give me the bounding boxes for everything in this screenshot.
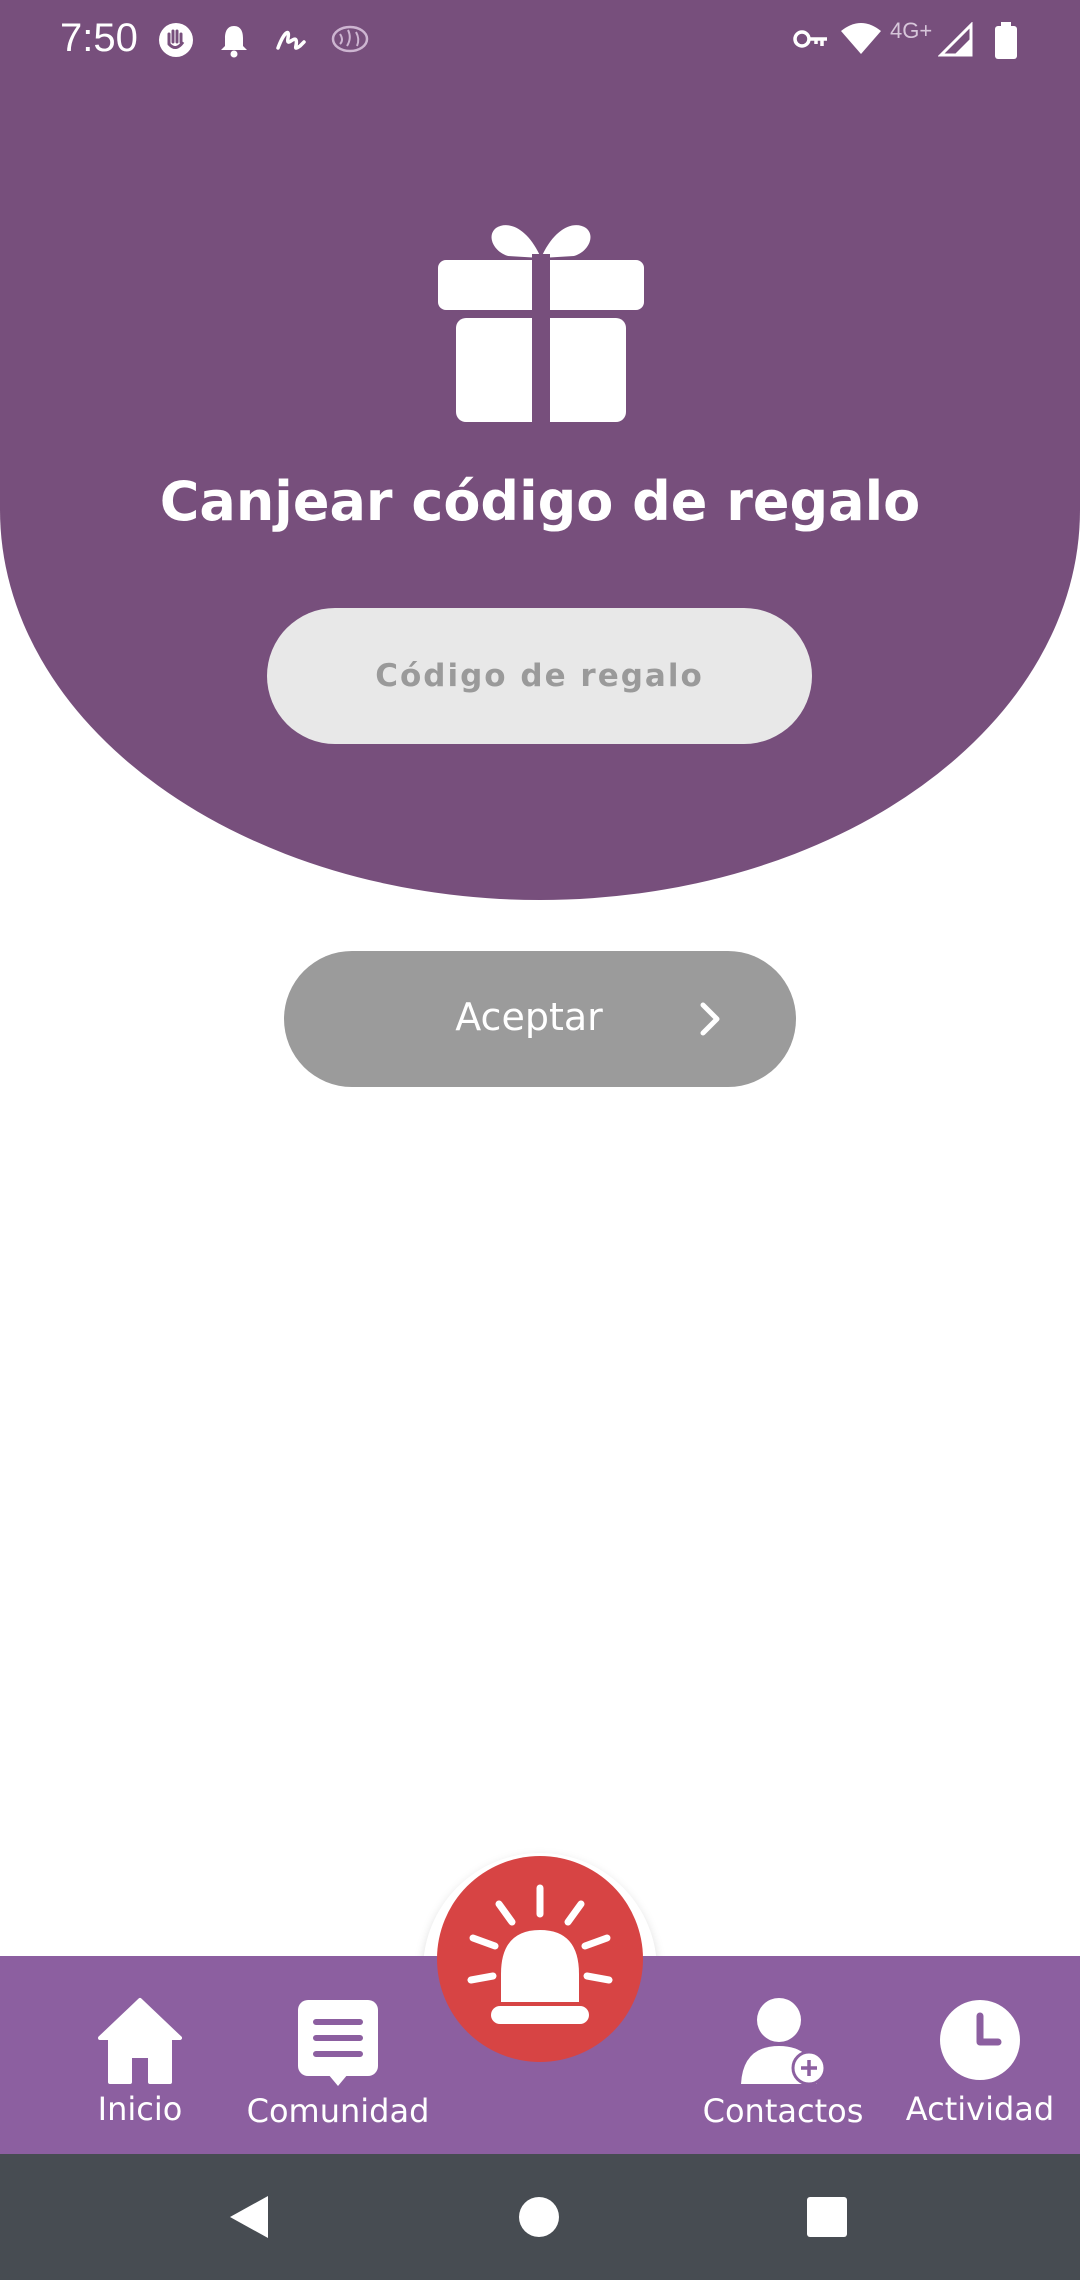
nav-label-comunidad: Comunidad — [246, 2092, 430, 2130]
header-background — [0, 0, 1080, 900]
signal-icon — [938, 22, 973, 57]
battery-icon — [995, 22, 1017, 59]
accept-button[interactable]: Aceptar — [284, 951, 796, 1087]
gift-code-input[interactable] — [267, 608, 812, 744]
nav-label-inicio: Inicio — [97, 2090, 183, 2128]
community-chat-icon — [298, 2000, 378, 2086]
gift-icon — [438, 225, 644, 424]
chevron-right-icon — [700, 1002, 720, 1036]
signature-icon — [276, 30, 306, 50]
home-circle-icon[interactable] — [518, 2196, 560, 2238]
alarm-sos-button[interactable] — [437, 1856, 643, 2062]
page-title: Canjear código de regalo — [159, 470, 921, 533]
alarm-siren-icon — [467, 1884, 613, 2024]
brain-icon — [331, 25, 369, 53]
wifi-icon — [841, 23, 881, 54]
nav-label-actividad: Actividad — [905, 2090, 1055, 2128]
notification-bell-icon — [221, 26, 247, 58]
back-icon[interactable] — [228, 2194, 270, 2240]
status-time: 7:50 — [60, 16, 138, 60]
nav-item-contactos[interactable]: Contactos — [700, 1996, 866, 2130]
clock-icon — [940, 2000, 1020, 2080]
nav-item-actividad[interactable]: Actividad — [904, 1996, 1056, 2128]
nav-item-inicio[interactable]: Inicio — [90, 1996, 190, 2128]
status-bar: 7:50 4G+ — [0, 0, 1080, 80]
nav-item-comunidad[interactable]: Comunidad — [246, 1996, 430, 2130]
recents-icon[interactable] — [806, 2196, 848, 2238]
nav-label-contactos: Contactos — [702, 2092, 864, 2130]
add-contact-icon — [741, 1998, 827, 2086]
hand-icon — [159, 23, 193, 57]
network-type-label: 4G+ — [890, 18, 933, 43]
system-navigation-bar — [0, 2154, 1080, 2280]
vpn-key-icon — [793, 30, 827, 48]
home-icon — [98, 1998, 182, 2084]
